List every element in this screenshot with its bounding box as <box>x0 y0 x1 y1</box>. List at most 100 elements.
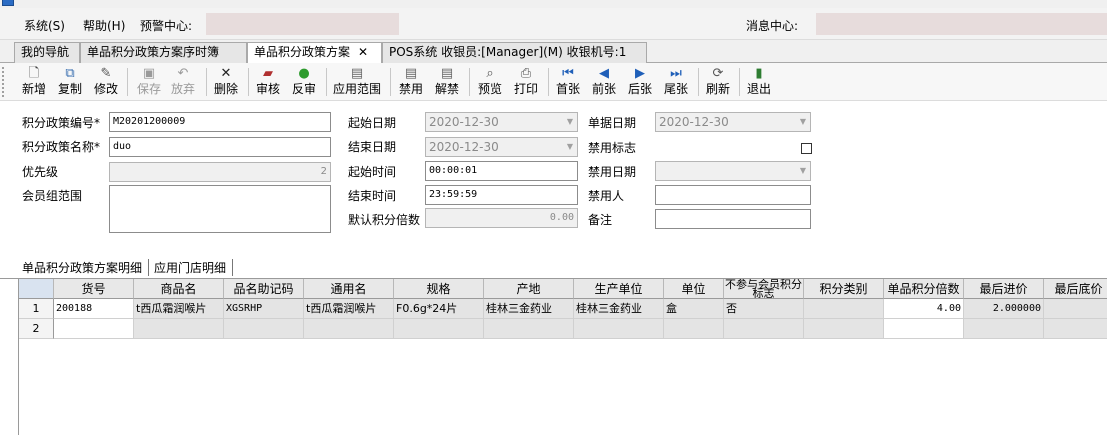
disable-flag-checkbox[interactable] <box>801 143 812 154</box>
message-center-field <box>816 13 1107 35</box>
column-header[interactable]: 产地 <box>484 279 574 299</box>
policy-code-field[interactable]: M20201200009 <box>109 112 331 132</box>
chevron-down-icon[interactable]: ▼ <box>567 138 573 156</box>
disable-date-field[interactable]: ▼ <box>655 161 811 181</box>
column-header[interactable]: 货号 <box>54 279 134 299</box>
table-cell[interactable]: 桂林三金药业 <box>574 299 664 319</box>
table-cell[interactable]: t西瓜霜润喉片 <box>134 299 224 319</box>
preview-button[interactable]: ⌕ 预览 <box>475 65 505 99</box>
table-cell[interactable] <box>664 319 724 339</box>
tab-policy-list[interactable]: 单品积分政策方案序时簿 <box>80 42 247 63</box>
table-cell[interactable] <box>964 319 1044 339</box>
table-cell[interactable] <box>884 319 964 339</box>
chevron-down-icon[interactable]: ▼ <box>800 162 806 180</box>
table-cell[interactable]: 4.00 <box>884 299 964 319</box>
end-time-field[interactable]: 23:59:59 <box>425 185 578 205</box>
table-cell[interactable] <box>804 299 884 319</box>
start-time-label: 起始时间 <box>348 165 397 179</box>
table-cell[interactable] <box>394 319 484 339</box>
column-header[interactable]: 最后底价 <box>1044 279 1107 299</box>
toolbar-grip[interactable] <box>2 67 6 97</box>
table-cell[interactable]: F0.6g*24片 <box>394 299 484 319</box>
column-header[interactable]: 品名助记码 <box>224 279 304 299</box>
audit-button[interactable]: ▰ 审核 <box>253 65 283 99</box>
edit-button[interactable]: ✎ 修改 <box>91 65 121 99</box>
policy-code-label: 积分政策编号* <box>22 116 101 130</box>
save-button[interactable]: ▣ 保存 <box>134 65 164 99</box>
column-header[interactable]: 不参与会员积分标志 <box>724 279 804 299</box>
table-cell[interactable] <box>54 319 134 339</box>
tab-policy-detail[interactable]: 单品积分政策方案明细 <box>20 259 144 276</box>
row-number[interactable]: 2 <box>19 319 54 339</box>
tab-store-detail[interactable]: 应用门店明细 <box>152 259 228 276</box>
disable-user-field[interactable] <box>655 185 811 205</box>
column-header[interactable]: 单品积分倍数 <box>884 279 964 299</box>
table-cell[interactable]: 桂林三金药业 <box>484 299 574 319</box>
member-group-field[interactable] <box>109 185 331 233</box>
start-date-field[interactable]: 2020-12-30 ▼ <box>425 112 578 132</box>
tab-policy-scheme[interactable]: 单品积分政策方案 ✕ <box>247 42 382 64</box>
tab-my-nav[interactable]: 我的导航 <box>14 42 80 63</box>
first-record-button[interactable]: ⏮ 首张 <box>553 65 583 99</box>
column-header[interactable]: 规格 <box>394 279 484 299</box>
doc-date-field[interactable]: 2020-12-30 ▼ <box>655 112 811 132</box>
grid-corner[interactable] <box>19 279 54 299</box>
new-button[interactable]: 🗋 新增 <box>19 65 49 99</box>
policy-name-field[interactable]: duo <box>109 137 331 157</box>
priority-field[interactable]: 2 <box>109 162 331 182</box>
close-icon[interactable]: ✕ <box>358 45 368 59</box>
column-header[interactable]: 通用名 <box>304 279 394 299</box>
default-multiple-field[interactable]: 0.00 <box>425 208 578 228</box>
exit-icon: ▮ <box>755 66 763 81</box>
next-icon: ▶ <box>635 66 645 81</box>
print-button[interactable]: ⎙ 打印 <box>511 65 541 99</box>
column-header[interactable]: 单位 <box>664 279 724 299</box>
table-cell[interactable] <box>484 319 574 339</box>
column-header[interactable]: 积分类别 <box>804 279 884 299</box>
table-cell[interactable]: 否 <box>724 299 804 319</box>
exit-button[interactable]: ▮ 退出 <box>744 65 774 99</box>
table-cell[interactable] <box>804 319 884 339</box>
menu-help[interactable]: 帮助(H) <box>83 17 125 34</box>
last-icon: ⏭ <box>670 66 682 81</box>
menu-system[interactable]: 系统(S) <box>24 17 65 34</box>
enable-button[interactable]: ▤ 解禁 <box>432 65 462 99</box>
table-cell[interactable]: 200188 <box>54 299 134 319</box>
scope-icon: ▤ <box>350 66 364 81</box>
tab-separator <box>232 259 233 276</box>
chevron-down-icon[interactable]: ▼ <box>800 113 806 131</box>
start-time-field[interactable]: 00:00:01 <box>425 161 578 181</box>
table-cell[interactable]: t西瓜霜润喉片 <box>304 299 394 319</box>
disable-button[interactable]: ▤ 禁用 <box>396 65 426 99</box>
table-cell[interactable] <box>724 319 804 339</box>
column-header[interactable]: 生产单位 <box>574 279 664 299</box>
table-cell[interactable] <box>304 319 394 339</box>
table-cell[interactable]: 2.000000 <box>964 299 1044 319</box>
next-record-button[interactable]: ▶ 后张 <box>625 65 655 99</box>
column-header[interactable]: 商品名 <box>134 279 224 299</box>
delete-button[interactable]: ✕ 删除 <box>211 65 241 99</box>
edit-icon: ✎ <box>100 66 112 81</box>
chevron-down-icon[interactable]: ▼ <box>567 113 573 131</box>
save-icon: ▣ <box>142 66 156 81</box>
row-number[interactable]: 1 <box>19 299 54 319</box>
table-cell[interactable] <box>134 319 224 339</box>
unaudit-button[interactable]: ● 反审 <box>289 65 319 99</box>
table-cell[interactable]: 盒 <box>664 299 724 319</box>
end-date-field[interactable]: 2020-12-30 ▼ <box>425 137 578 157</box>
discard-button[interactable]: ↶ 放弃 <box>168 65 198 99</box>
table-cell[interactable] <box>1044 299 1107 319</box>
tab-pos-system[interactable]: POS系统 收银员:[Manager](M) 收银机号:1 <box>382 42 647 63</box>
prev-record-button[interactable]: ◀ 前张 <box>589 65 619 99</box>
refresh-button[interactable]: ⟳ 刷新 <box>703 65 733 99</box>
column-header[interactable]: 最后进价 <box>964 279 1044 299</box>
apply-scope-button[interactable]: ▤ 应用范围 <box>330 65 384 99</box>
policy-form: 积分政策编号* M20201200009 积分政策名称* duo 优先级 2 会… <box>0 101 1107 251</box>
table-cell[interactable] <box>224 319 304 339</box>
table-cell[interactable] <box>574 319 664 339</box>
table-cell[interactable] <box>1044 319 1107 339</box>
remark-field[interactable] <box>655 209 811 229</box>
table-cell[interactable]: XGSRHP <box>224 299 304 319</box>
copy-button[interactable]: ⧉ 复制 <box>55 65 85 99</box>
last-record-button[interactable]: ⏭ 尾张 <box>661 65 691 99</box>
